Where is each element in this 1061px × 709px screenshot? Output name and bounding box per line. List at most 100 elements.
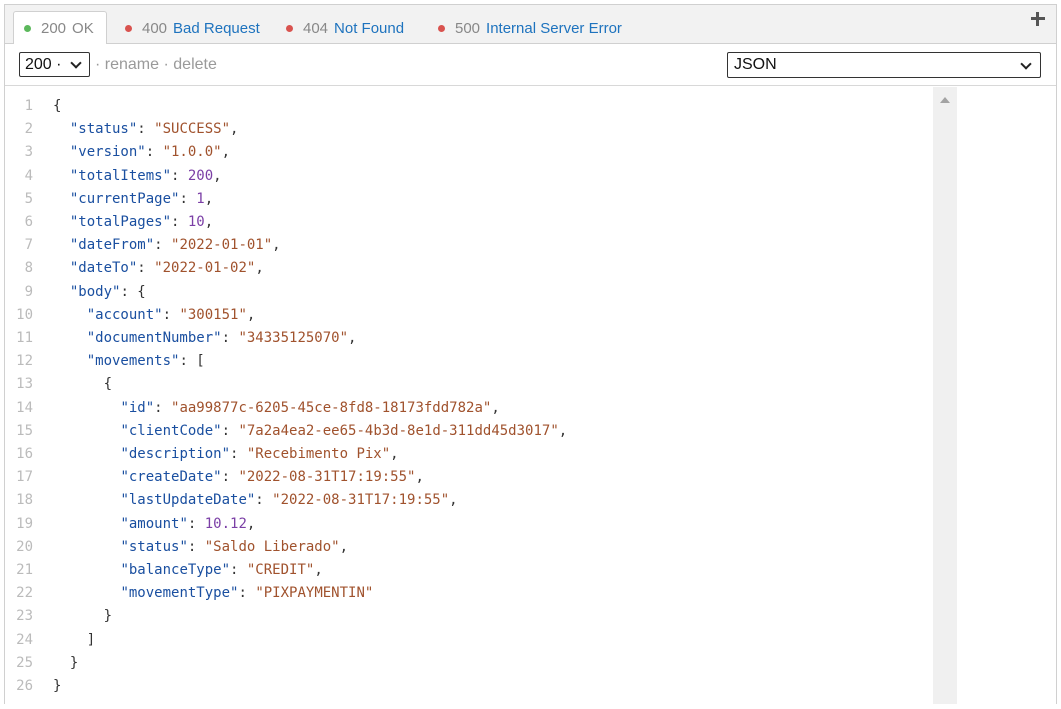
line-number: 6: [24, 214, 33, 230]
code-token: "currentPage": [69, 190, 180, 207]
code-token: :: [221, 330, 239, 346]
code-token: :: [221, 422, 239, 439]
code-token: "account": [86, 306, 163, 323]
code-line: 25 }: [5, 652, 933, 675]
tab-label: Not Found: [334, 19, 405, 37]
code-token: "7a2a4ea2-ee65-4b3d-8e1d-311dd45d3017": [238, 422, 559, 439]
code-token: :: [221, 469, 239, 486]
code-line: 11 "documentNumber": "34335125070",: [5, 327, 933, 350]
code-token: "description": [120, 446, 231, 462]
code-line: 9 "body": {: [5, 281, 933, 304]
code-token: :: [255, 492, 273, 509]
code-line: 4 "totalItems": 200,: [5, 165, 933, 188]
code-line: 16 "description": "Recebimento Pix",: [5, 443, 933, 466]
delete-link[interactable]: delete: [173, 56, 217, 73]
code-token: :: [171, 214, 188, 230]
code-token: "2022-08-31T17:19:55": [238, 469, 416, 486]
code-line-content: "status": "Saldo Liberado",: [53, 536, 348, 559]
code-token: ,: [314, 562, 323, 578]
code-token: "2022-01-02": [154, 260, 256, 277]
code-line: 1{: [5, 95, 933, 118]
code-line-content: "totalPages": 10,: [53, 211, 213, 234]
code-token: :: [179, 190, 197, 207]
line-number: 18: [16, 492, 33, 509]
code-line-content: {: [53, 95, 61, 118]
code-line-content: "amount": 10.12,: [53, 513, 255, 536]
code-line-content: "createDate": "2022-08-31T17:19:55",: [53, 466, 423, 489]
code-token: :: [137, 121, 155, 138]
line-number: 22: [16, 585, 33, 602]
line-number: 19: [16, 515, 33, 532]
format-select[interactable]: JSON: [727, 52, 1041, 78]
line-number: 20: [16, 538, 33, 555]
code-line-content: "description": "Recebimento Pix",: [53, 443, 398, 466]
code-token: "lastUpdateDate": [120, 492, 256, 509]
rename-link[interactable]: rename: [105, 56, 159, 73]
tab-404-not-found[interactable]: 404 Not Found: [286, 11, 404, 45]
code-token: 10: [187, 214, 205, 230]
code-line-content: "id": "aa99877c-6205-45ce-8fd8-18173fdd7…: [53, 397, 499, 420]
tab-200-ok[interactable]: 200 OK: [13, 11, 107, 45]
response-actions: · rename · delete: [95, 56, 217, 74]
plus-icon[interactable]: [1030, 11, 1046, 27]
tab-400-bad-request[interactable]: 400 Bad Request: [125, 11, 260, 45]
code-token: :: [238, 585, 256, 602]
status-code-select[interactable]: 200 ·: [19, 52, 90, 77]
code-token: "300151": [179, 306, 247, 323]
tab-code: 500: [455, 19, 481, 37]
status-code-select-value: 200 ·: [25, 55, 62, 73]
code-token: }: [53, 654, 79, 671]
code-token: ,: [348, 330, 357, 346]
code-line: 13 {: [5, 373, 933, 396]
tab-code: 404: [303, 19, 329, 37]
line-number: 13: [16, 376, 33, 393]
code-line: 22 "movementType": "PIXPAYMENTIN": [5, 582, 933, 605]
code-line: 5 "currentPage": 1,: [5, 188, 933, 211]
vertical-scrollbar[interactable]: [933, 87, 957, 704]
line-number: 14: [16, 399, 33, 416]
code-token: }: [53, 608, 113, 625]
code-token: : {: [120, 283, 146, 300]
code-token: {: [53, 376, 113, 393]
code-token: "movements": [86, 353, 180, 370]
code-token: "movementType": [120, 585, 239, 602]
code-line: 2 "status": "SUCCESS",: [5, 118, 933, 141]
code-token: "balanceType": [120, 562, 231, 578]
code-line-content: "body": {: [53, 281, 146, 304]
code-editor[interactable]: 1{2 "status": "SUCCESS", 3 "version": "1.…: [5, 87, 933, 704]
code-line-content: "balanceType": "CREDIT",: [53, 559, 323, 582]
line-number: 3: [24, 144, 33, 161]
code-token: "amount": [120, 515, 188, 532]
code-line: 26}: [5, 675, 933, 698]
code-token: ]: [53, 631, 96, 648]
tab-500-internal-server-error[interactable]: 500 Internal Server Error: [438, 11, 622, 45]
code-token: {: [53, 98, 62, 114]
code-line: 24 ]: [5, 629, 933, 652]
status-dot-icon: [438, 24, 445, 32]
code-line: 23 }: [5, 605, 933, 628]
code-line: 8 "dateTo": "2022-01-02",: [5, 257, 933, 280]
code-token: "1.0.0": [162, 144, 222, 161]
line-number: 10: [16, 306, 33, 323]
code-token: : [: [179, 353, 205, 370]
code-line-content: "movements": [: [53, 350, 205, 373]
code-token: "id": [120, 399, 155, 416]
code-token: "clientCode": [120, 422, 222, 439]
scroll-up-arrow-icon[interactable]: [940, 97, 950, 103]
separator: ·: [163, 56, 169, 73]
code-token: "CREDIT": [246, 562, 315, 578]
code-line-content: {: [53, 373, 112, 396]
line-number: 7: [24, 237, 33, 254]
code-line-content: "totalItems": 200,: [53, 165, 222, 188]
code-line-content: "version": "1.0.0",: [53, 141, 230, 164]
code-line: 10 "account": "300151",: [5, 304, 933, 327]
